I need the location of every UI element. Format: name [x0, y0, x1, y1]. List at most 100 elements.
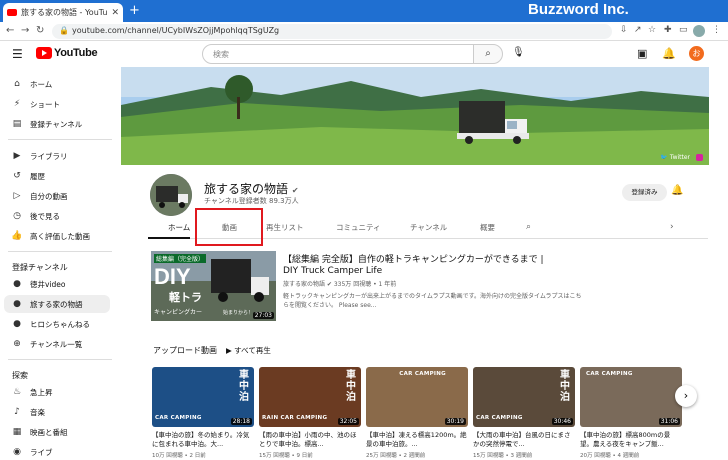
sidebar-divider — [8, 251, 112, 252]
banner-landscape-image — [121, 67, 709, 165]
mic-icon[interactable]: 🎙 — [512, 47, 525, 58]
user-avatar[interactable]: お — [689, 46, 704, 61]
sidebar-item-library[interactable]: ▶ ライブラリ — [4, 147, 110, 165]
subscriber-count: チャンネル登録者数 89.3万人 — [204, 197, 299, 205]
video-duration: 32:05 — [337, 418, 359, 425]
explore-heading: 探索 — [12, 371, 28, 380]
video-duration: 27:03 — [252, 312, 274, 319]
video-thumbnail[interactable]: 車中泊 CAR CAMPING 30:46 — [473, 367, 575, 427]
notifications-bell-icon[interactable]: 🔔 — [662, 47, 676, 60]
instagram-icon[interactable] — [696, 154, 703, 161]
movies-icon: ▦ — [12, 427, 22, 437]
browser-tab[interactable]: 旅する家の物語 - YouTube ✕ — [3, 3, 123, 22]
forward-icon[interactable]: → — [21, 25, 29, 36]
shelf-next-arrow-icon[interactable]: › — [675, 385, 697, 407]
thumb-tag-text: CAR CAMPING — [586, 371, 633, 377]
tab-playlists[interactable]: 再生リスト — [266, 222, 304, 233]
sidebar-item-home[interactable]: ⌂ ホーム — [4, 75, 110, 93]
video-duration: 28:18 — [230, 418, 252, 425]
video-thumbnail[interactable]: 車中泊 RAIN CAR CAMPING 32:05 — [259, 367, 361, 427]
sidebar-item-movies[interactable]: ▦ 映画と番組 — [4, 423, 110, 441]
sidebar: ⌂ ホーム ⚡ ショート ▤ 登録チャンネル ▶ ライブラリ ↺ 履歴 ▷ 自分の動画 ◷ 後… — [0, 67, 118, 460]
browser-menu-icon[interactable]: ⋮ — [712, 25, 721, 35]
sidebar-item-label: 徳井video — [30, 279, 66, 289]
tab-community[interactable]: コミュニティ — [336, 222, 381, 233]
video-card[interactable]: CAR CAMPING 30:19 【車中泊】凍える標高1200m。絶景の車中泊… — [366, 367, 468, 459]
channel-avatar[interactable] — [150, 174, 192, 216]
channel-bell-icon[interactable]: 🔔 — [671, 185, 683, 196]
address-bar[interactable]: 🔒 youtube.com/channel/UCybIWsZOjjMpohlqq… — [52, 24, 612, 39]
sidebar-item-music[interactable]: ♪ 音楽 — [4, 403, 110, 421]
sidebar-item-channel-list[interactable]: ⊕ チャンネル一覧 — [4, 335, 110, 353]
tab-about[interactable]: 概要 — [480, 222, 495, 233]
sidebar-item-watch-later[interactable]: ◷ 後で見る — [4, 207, 110, 225]
thumb-sub2-text: キャンピングカー — [154, 309, 203, 316]
sidebar-item-history[interactable]: ↺ 履歴 — [4, 167, 110, 185]
subscribed-button[interactable]: 登録済み — [622, 184, 667, 201]
video-card[interactable]: 車中泊 CAR CAMPING 28:18 【車中泊の旅】冬の始まり。冷気に包ま… — [152, 367, 254, 459]
close-tab-icon[interactable]: ✕ — [111, 8, 119, 18]
video-thumbnail[interactable]: CAR CAMPING 31:06 — [580, 367, 682, 427]
youtube-play-icon — [36, 47, 52, 59]
video-title[interactable]: 【車中泊の旅】標高800mの景望。農える夜をキャンプ飯... — [580, 431, 682, 448]
watermark-brand: Buzzword Inc. — [528, 1, 629, 18]
video-title[interactable]: 【雨の車中泊】小雨の中、池のほとりで車中泊。標高... — [259, 431, 361, 448]
back-icon[interactable]: ← — [6, 25, 14, 36]
play-all-button[interactable]: ▶ すべて再生 — [226, 345, 271, 356]
sidebar-sub-tabisuru[interactable]: ● 旅する家の物語 — [4, 295, 110, 313]
sidebar-item-trending[interactable]: ♨ 急上昇 — [4, 383, 110, 401]
channel-avatar-icon: ● — [13, 299, 21, 309]
featured-title[interactable]: 【総集編 完全版】自作の軽トラキャンピングカーができるまで | — [283, 252, 544, 265]
video-thumbnail[interactable]: 車中泊 CAR CAMPING 28:18 — [152, 367, 254, 427]
video-thumbnail[interactable]: CAR CAMPING 30:19 — [366, 367, 468, 427]
video-card[interactable]: 車中泊 CAR CAMPING 30:46 【大雨の車中泊】台風の日にまさかの突… — [473, 367, 575, 459]
channel-search-icon[interactable]: ⌕ — [526, 222, 531, 232]
video-meta: 10万 回視聴 • 2 日前 — [152, 453, 206, 459]
tab-title: 旅する家の物語 - YouTube — [21, 8, 109, 17]
sidepanel-icon[interactable]: ▭ — [679, 25, 688, 35]
video-meta: 15万 回視聴 • 3 週間前 — [473, 453, 533, 459]
video-card[interactable]: CAR CAMPING 31:06 【車中泊の旅】標高800mの景望。農える夜を… — [580, 367, 682, 459]
extensions-icon[interactable]: ✚ — [664, 25, 672, 35]
sidebar-item-label: 音楽 — [30, 407, 45, 417]
bookmark-star-icon[interactable]: ☆ — [648, 25, 656, 35]
live-icon: ◉ — [13, 447, 21, 457]
list-icon: ⊕ — [13, 339, 21, 349]
sidebar-sub-hiroshi[interactable]: ● ヒロシちゃんねる — [4, 315, 110, 333]
sidebar-item-shorts[interactable]: ⚡ ショート — [4, 95, 110, 113]
browser-profile-avatar[interactable] — [693, 25, 705, 37]
video-title[interactable]: 【大雨の車中泊】台風の日にまさかの突然停電で... — [473, 431, 575, 448]
video-title[interactable]: 【車中泊の旅】冬の始まり。冷気に包まれる車中泊。大... — [152, 431, 254, 448]
sidebar-item-liked[interactable]: 👍 高く評価した動画 — [4, 227, 110, 245]
channel-avatar-image — [150, 174, 192, 216]
sidebar-item-my-videos[interactable]: ▷ 自分の動画 — [4, 187, 110, 205]
new-tab-icon[interactable]: + — [129, 3, 140, 18]
search-button[interactable]: ⌕ — [473, 44, 503, 64]
youtube-logo[interactable]: YouTube — [36, 47, 98, 59]
create-video-icon[interactable]: ▣ — [637, 47, 647, 60]
video-meta: 20万 回視聴 • 4 週間前 — [580, 453, 640, 459]
share-icon[interactable]: ↗ — [634, 25, 642, 35]
play-all-label: すべて再生 — [234, 346, 271, 355]
tabs-next-chevron-icon[interactable]: › — [670, 222, 674, 232]
video-title[interactable]: 【車中泊】凍える標高1200m。絶景の車中泊旅。... — [366, 431, 468, 448]
sidebar-item-live[interactable]: ◉ ライブ — [4, 443, 110, 460]
thumb-overlay-text: 車中泊 — [239, 370, 249, 403]
featured-subtitle[interactable]: DIY Truck Camper Life — [283, 266, 382, 276]
featured-video-thumbnail[interactable]: 総集編（完全版） DIY 軽トラ キャンピングカー 始まりから！ 27:03 — [151, 251, 276, 321]
channel-name: 旅する家の物語 ✔ — [204, 180, 299, 197]
banner-social-links[interactable]: 🐦 Twitter — [660, 154, 703, 161]
twitter-icon: 🐦 — [660, 154, 668, 161]
logo-text: YouTube — [54, 47, 98, 59]
video-card[interactable]: 車中泊 RAIN CAR CAMPING 32:05 【雨の車中泊】小雨の中、池… — [259, 367, 361, 459]
tab-home[interactable]: ホーム — [168, 222, 190, 233]
video-meta: 25万 回視聴 • 2 週間前 — [366, 453, 426, 459]
sidebar-sub-tokui[interactable]: ● 徳井video — [4, 275, 110, 293]
tab-channels[interactable]: チャンネル — [410, 222, 447, 233]
menu-hamburger-icon[interactable]: ☰ — [12, 47, 23, 61]
sidebar-item-subscriptions[interactable]: ▤ 登録チャンネル — [4, 115, 110, 133]
install-icon[interactable]: ⇩ — [620, 25, 628, 35]
search-input[interactable]: 検索 — [202, 44, 474, 64]
reload-icon[interactable]: ↻ — [36, 25, 44, 36]
thumb-sub-text: 軽トラ — [169, 291, 202, 304]
